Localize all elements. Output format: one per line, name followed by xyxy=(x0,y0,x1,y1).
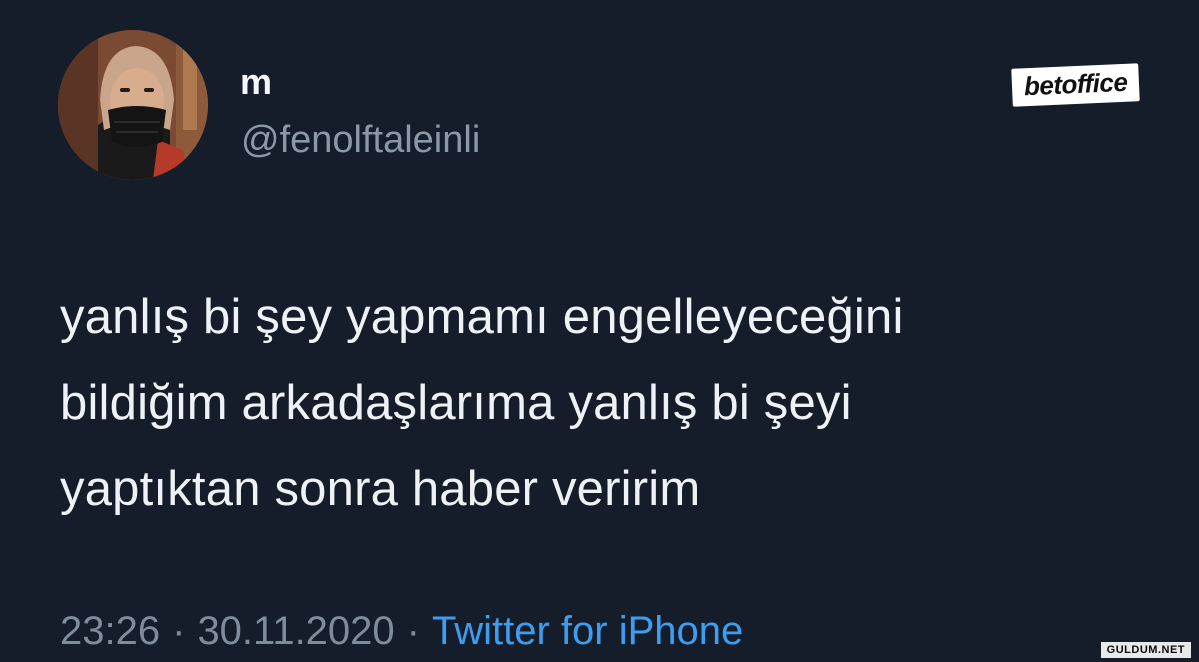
user-handle[interactable]: @fenolftaleinli xyxy=(241,118,480,162)
tweet-source-link[interactable]: Twitter for iPhone xyxy=(432,609,743,653)
tweet-meta: 23:26 · 30.11.2020 · Twitter for iPhone xyxy=(60,607,743,655)
separator: · xyxy=(172,609,186,653)
tweet-date[interactable]: 30.11.2020 xyxy=(197,609,394,653)
avatar[interactable] xyxy=(58,30,208,180)
tweet-text-line: bildiğim arkadaşlarıma yanlış bi şeyi xyxy=(60,376,852,430)
profile-photo-icon xyxy=(58,30,208,180)
site-watermark: GULDUM.NET xyxy=(1100,642,1191,658)
betoffice-watermark: betoffice xyxy=(1011,63,1141,107)
display-name[interactable]: m xyxy=(240,62,273,102)
tweet-text: yanlış bi şey yapmamı engelleyeceğini bi… xyxy=(60,274,1170,532)
separator: · xyxy=(406,609,420,653)
tweet-text-line: yaptıktan sonra haber veririm xyxy=(60,462,701,516)
tweet-text-line: yanlış bi şey yapmamı engelleyeceğini xyxy=(60,290,904,344)
tweet-time[interactable]: 23:26 xyxy=(60,609,160,653)
tweet-card: m @fenolftaleinli yanlış bi şey yapmamı … xyxy=(0,0,1199,662)
